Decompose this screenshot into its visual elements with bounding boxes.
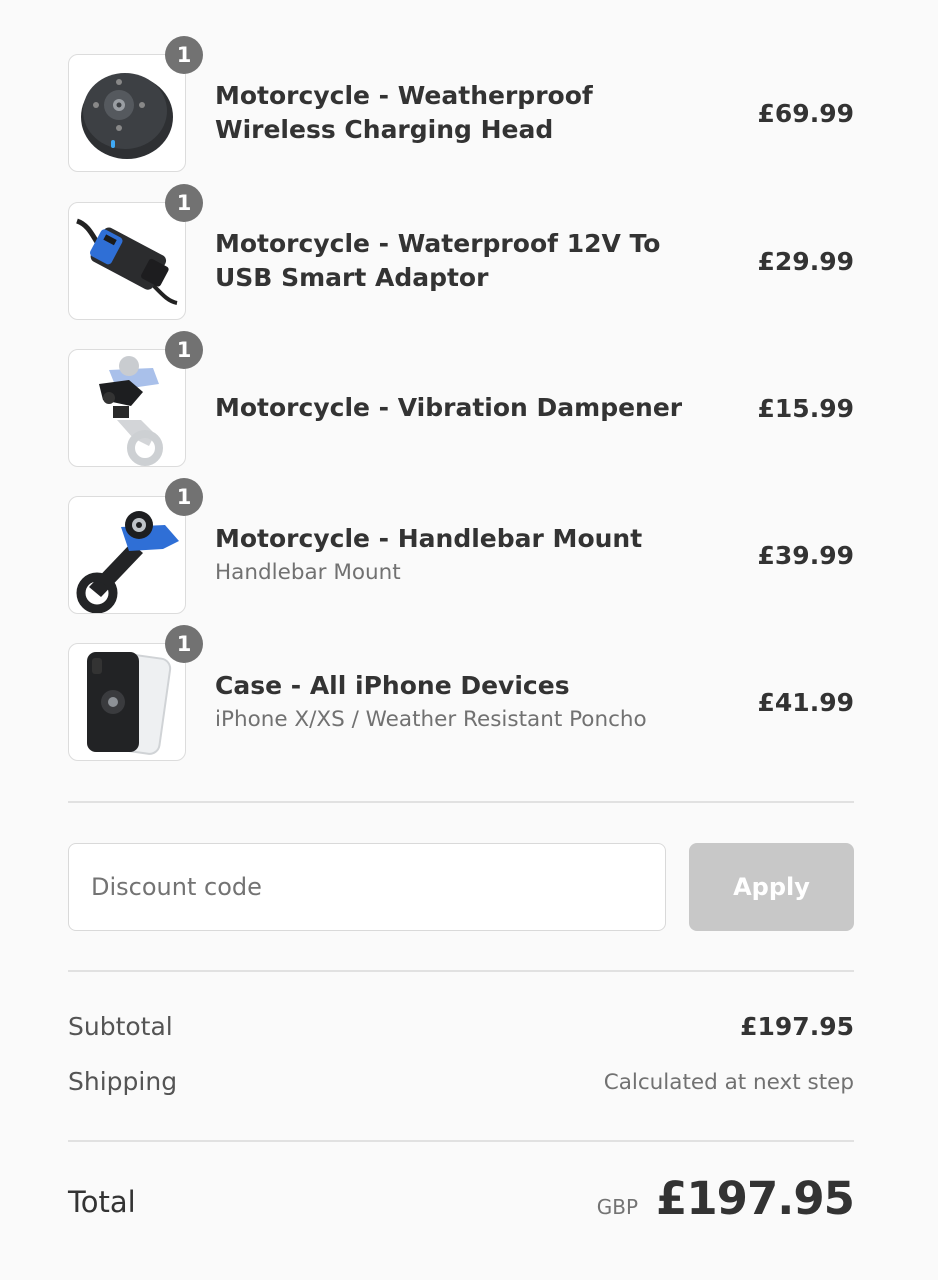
- total-label: Total: [68, 1185, 136, 1219]
- product-name: Case - All iPhone Devices: [215, 671, 570, 700]
- product-thumbnail: [68, 643, 186, 761]
- cart-line-item: 1 Motorcycle - Waterproof 12V To USB Sma…: [68, 184, 854, 322]
- apply-discount-button[interactable]: Apply: [689, 843, 854, 931]
- handlebar-mount-image: [76, 511, 179, 613]
- product-price: £29.99: [757, 246, 854, 276]
- product-name: Motorcycle - Weatherproof Wireless Charg…: [215, 81, 593, 144]
- cart-line-item: 1 Motorcycle - Handlebar Mount Handlebar…: [68, 478, 854, 616]
- quantity-badge: 1: [165, 478, 203, 516]
- cart-line-item: 1 Case - All iPhone Devices iPhone X/XS …: [68, 625, 854, 763]
- cart-line-item: 1 Motorcycle - Weatherproof Wireless Cha…: [68, 36, 854, 174]
- quantity-badge: 1: [165, 625, 203, 663]
- quantity-badge: 1: [165, 184, 203, 222]
- usb-adaptor-image: [76, 218, 178, 305]
- discount-code-input[interactable]: [68, 843, 666, 931]
- product-name: Motorcycle - Waterproof 12V To USB Smart…: [215, 229, 661, 292]
- wireless-charging-head-image: [81, 73, 173, 159]
- product-name: Motorcycle - Vibration Dampener: [215, 393, 683, 422]
- product-price: £15.99: [757, 393, 854, 423]
- product-thumbnail: [68, 496, 186, 614]
- quantity-badge: 1: [165, 36, 203, 74]
- divider: [68, 970, 854, 972]
- product-thumbnail: [68, 349, 186, 467]
- vibration-dampener-image: [99, 356, 163, 466]
- product-thumbnail: [68, 202, 186, 320]
- shipping-value: Calculated at next step: [603, 1070, 854, 1095]
- iphone-case-image: [87, 652, 172, 755]
- shipping-label: Shipping: [68, 1067, 178, 1096]
- quantity-badge: 1: [165, 331, 203, 369]
- product-thumbnail: [68, 54, 186, 172]
- product-price: £39.99: [757, 540, 854, 570]
- divider: [68, 1140, 854, 1142]
- subtotal-label: Subtotal: [68, 1012, 173, 1041]
- product-price: £69.99: [757, 98, 854, 128]
- product-price: £41.99: [757, 687, 854, 717]
- total-price: GBP £197.95: [596, 1172, 855, 1225]
- cart-line-item: 1 Motorcycle - Vibration Dampener £15.99: [68, 331, 854, 469]
- total-amount: £197.95: [656, 1172, 855, 1225]
- divider: [68, 801, 854, 803]
- currency-code: GBP: [596, 1195, 639, 1219]
- product-variant: iPhone X/XS / Weather Resistant Poncho: [215, 707, 647, 732]
- subtotal-value: £197.95: [740, 1012, 854, 1041]
- product-name: Motorcycle - Handlebar Mount: [215, 524, 643, 553]
- product-variant: Handlebar Mount: [215, 560, 401, 585]
